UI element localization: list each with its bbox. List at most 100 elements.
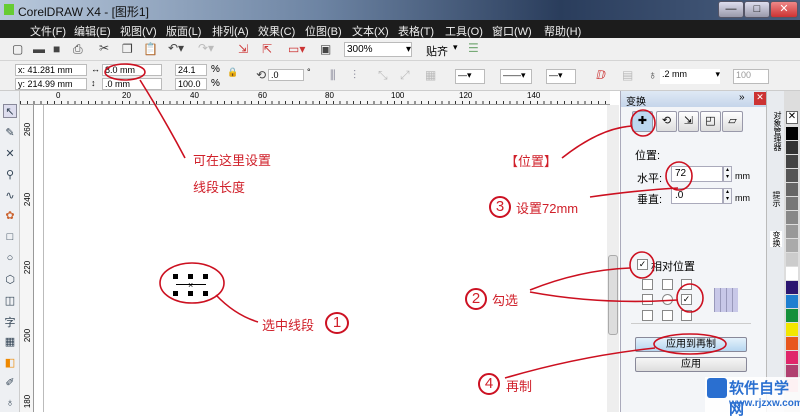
zoom-tool-icon[interactable]: ⚲ <box>3 168 17 182</box>
mirror-h-icon[interactable]: ⫼ <box>330 68 336 83</box>
menu-effects[interactable]: 效果(C) <box>258 23 295 39</box>
opacity-field[interactable]: 100 <box>733 69 769 84</box>
end-arrow-select[interactable]: —▾ <box>546 69 576 84</box>
docker-close-icon[interactable]: ✕ <box>754 92 766 105</box>
basic-shapes-icon[interactable]: ◫ <box>3 294 17 308</box>
color-swatch[interactable] <box>786 155 798 168</box>
anchor-bl[interactable] <box>642 310 653 321</box>
anchor-tl[interactable] <box>642 279 653 290</box>
launcher-icon[interactable]: ▭▾ <box>288 42 305 56</box>
shape-tool-icon[interactable]: ✎ <box>3 126 17 140</box>
width-field[interactable]: 8.0 mm <box>102 64 162 76</box>
lock-ratio-icon[interactable]: 🔒 <box>227 67 238 78</box>
welcome-screen-icon[interactable]: ▣ <box>320 42 331 56</box>
ellipse-tool-icon[interactable]: ○ <box>3 252 17 266</box>
rotate-tab-icon[interactable]: ⟲ <box>656 111 677 132</box>
color-swatch[interactable] <box>786 141 798 154</box>
snap-menu[interactable]: 贴齐 <box>426 43 448 59</box>
anchor-mr[interactable]: ✓ <box>681 294 692 305</box>
text-tool-icon[interactable]: 字 <box>3 314 17 329</box>
color-swatch[interactable] <box>786 225 798 238</box>
menu-arrange[interactable]: 排列(A) <box>212 23 249 39</box>
hints-tab[interactable]: 提示 <box>770 191 782 207</box>
color-swatch[interactable] <box>786 127 798 140</box>
horizontal-ruler[interactable]: 0 20 40 60 80 100 120 140 <box>20 91 610 105</box>
color-swatch[interactable] <box>786 183 798 196</box>
curve-icon[interactable]: ⤢ <box>400 68 410 83</box>
anchor-tr[interactable] <box>681 279 692 290</box>
y-position-field[interactable]: y: 214.99 mm <box>15 78 87 90</box>
vertical-scrollbar[interactable] <box>607 105 619 412</box>
vertical-input[interactable]: .0 <box>671 188 723 204</box>
menu-file[interactable]: 文件(F) <box>30 23 66 39</box>
x-position-field[interactable]: x: 41.281 mm <box>15 64 87 76</box>
new-icon[interactable]: ▢ <box>12 42 23 56</box>
menu-view[interactable]: 视图(V) <box>120 23 157 39</box>
break-apart-icon[interactable]: ⅅ <box>596 68 606 82</box>
export-icon[interactable]: ⇱ <box>262 42 272 56</box>
line-style-select[interactable]: ——▾ <box>500 69 532 84</box>
close-button[interactable]: ✕ <box>770 1 798 18</box>
vertical-spinner[interactable]: ▴ ▾ <box>723 188 732 204</box>
scale-tab-icon[interactable]: ⇲ <box>678 111 699 132</box>
copy-icon[interactable]: ❐ <box>122 42 133 56</box>
pick-tool-icon[interactable]: ↖ <box>3 104 17 118</box>
color-swatch[interactable] <box>786 323 798 336</box>
anchor-tc[interactable] <box>662 279 673 290</box>
vertical-ruler[interactable]: 260 240 220 200 180 <box>20 105 34 412</box>
options-icon[interactable]: ☰ <box>468 41 479 55</box>
undo-icon[interactable]: ↶▾ <box>168 41 184 55</box>
outline-tool-icon[interactable]: ♁ <box>3 397 17 411</box>
expand-icon[interactable]: » <box>739 92 745 103</box>
apply-button[interactable]: 应用 <box>635 357 747 372</box>
menu-tools[interactable]: 工具(O) <box>445 23 483 39</box>
relative-position-checkbox[interactable]: ✓ <box>637 259 648 270</box>
anchor-br[interactable] <box>681 310 692 321</box>
apply-to-duplicate-button[interactable]: 应用到再制 <box>635 337 747 352</box>
color-swatch[interactable] <box>786 197 798 210</box>
mirror-v-icon[interactable]: ⫶ <box>353 68 356 83</box>
color-swatch[interactable] <box>786 211 798 224</box>
rectangle-tool-icon[interactable]: □ <box>3 231 17 245</box>
anchor-ml[interactable] <box>642 294 653 305</box>
print-icon[interactable]: ⎙ <box>73 42 83 57</box>
redo-icon[interactable]: ↷▾ <box>198 41 214 55</box>
object-manager-tab[interactable]: 对象管理器 <box>770 111 782 151</box>
wrap-icon[interactable]: ▦ <box>425 68 436 82</box>
smart-fill-icon[interactable]: ✿ <box>3 209 17 223</box>
zoom-select[interactable]: 300% ▾ <box>344 42 412 57</box>
interactive-blend-icon[interactable]: ◧ <box>3 356 17 370</box>
start-arrow-select[interactable]: —▾ <box>455 69 485 84</box>
freehand-tool-icon[interactable]: ∿ <box>3 189 17 203</box>
color-swatch[interactable] <box>786 295 798 308</box>
crop-tool-icon[interactable]: ✕ <box>3 147 17 161</box>
import-icon[interactable]: ⇲ <box>238 42 248 56</box>
color-swatch[interactable] <box>786 253 798 266</box>
open-icon[interactable]: ▬ <box>33 42 45 56</box>
anchor-bc[interactable] <box>662 310 673 321</box>
table-tool-icon[interactable]: ▦ <box>3 335 17 349</box>
color-swatch[interactable] <box>786 169 798 182</box>
horizontal-input[interactable]: 72 <box>671 166 723 182</box>
selected-line-segment[interactable]: × <box>173 274 209 298</box>
no-color-swatch[interactable]: ✕ <box>786 111 798 124</box>
transform-tab[interactable]: 变换 <box>770 231 782 247</box>
menu-layout[interactable]: 版面(L) <box>166 23 201 39</box>
position-tab-icon[interactable]: ✚ <box>632 111 653 132</box>
text-wrap-icon[interactable]: ▤ <box>622 68 633 82</box>
color-swatch[interactable] <box>786 267 798 280</box>
scale-y-field[interactable]: 100.0 <box>175 78 207 90</box>
color-swatch[interactable] <box>786 351 798 364</box>
rotation-field[interactable]: .0 <box>268 69 304 81</box>
scale-x-field[interactable]: 24.1 <box>175 64 207 76</box>
outline-width-select[interactable]: .2 mm ▾ <box>660 69 720 84</box>
menu-help[interactable]: 帮助(H) <box>544 23 581 39</box>
color-swatch[interactable] <box>786 281 798 294</box>
cut-icon[interactable]: ✂ <box>99 41 109 55</box>
height-field[interactable]: .0 mm <box>102 78 162 90</box>
auto-close-icon[interactable]: ⤡ <box>378 68 388 83</box>
polygon-tool-icon[interactable]: ⬡ <box>3 273 17 287</box>
minimize-button[interactable]: — <box>718 1 744 18</box>
skew-tab-icon[interactable]: ▱ <box>722 111 743 132</box>
eyedropper-icon[interactable]: ✐ <box>3 376 17 390</box>
